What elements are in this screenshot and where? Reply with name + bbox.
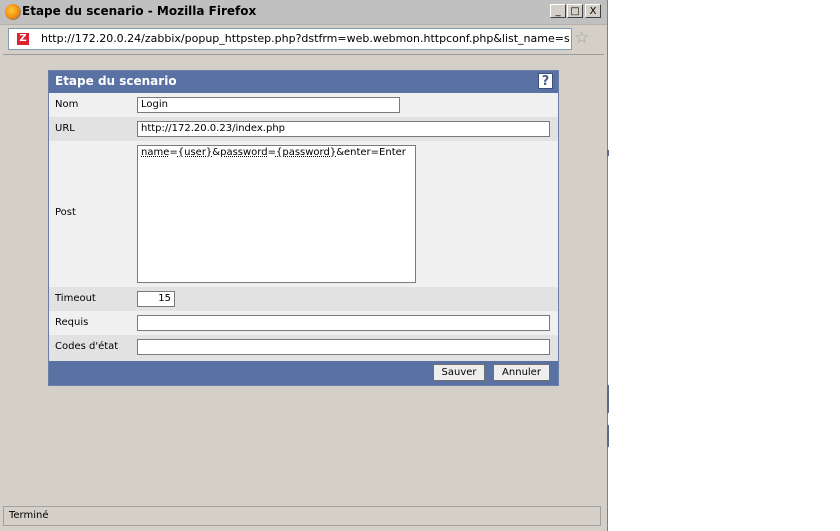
post-token: {user} (177, 147, 213, 158)
row-url: URL http://172.20.0.23/index.php (49, 117, 558, 141)
row-post: Post name={user}&password={password}&ent… (49, 141, 558, 287)
dialog-footer: Sauver Annuler (49, 361, 558, 385)
status-text: Terminé (9, 510, 49, 521)
firefox-icon (5, 4, 21, 20)
timeout-label: Timeout (55, 293, 96, 304)
background-edge-mark (607, 425, 609, 447)
requis-label: Requis (55, 317, 89, 328)
post-token: & (212, 147, 221, 158)
dialog-title: Etape du scenario (55, 74, 177, 88)
url-field[interactable]: Z http://172.20.0.24/zabbix/popup_httpst… (8, 28, 572, 50)
help-icon[interactable]: ? (538, 73, 553, 89)
status-bar: Terminé (3, 506, 601, 526)
dialog-header: Etape du scenario ? (49, 71, 558, 93)
post-token: {password} (275, 147, 337, 158)
title-bar: Etape du scenario - Mozilla Firefox _ □ … (0, 0, 607, 25)
codes-label: Codes d'état (55, 341, 119, 352)
minimize-button[interactable]: _ (550, 4, 566, 18)
background-edge-mark (607, 150, 609, 156)
url-text: http://172.20.0.24/zabbix/popup_httpstep… (41, 32, 569, 45)
maximize-button[interactable]: □ (567, 4, 583, 18)
address-bar: Z http://172.20.0.24/zabbix/popup_httpst… (4, 26, 596, 52)
browser-window: Etape du scenario - Mozilla Firefox _ □ … (0, 0, 608, 531)
post-textarea[interactable]: name={user}&password={password}&enter=En… (137, 145, 416, 283)
row-requis: Requis (49, 311, 558, 335)
codes-input[interactable] (137, 339, 550, 355)
requis-input[interactable] (137, 315, 550, 331)
bookmark-star-icon[interactable]: ☆ (574, 29, 589, 47)
window-title: Etape du scenario - Mozilla Firefox (22, 4, 257, 18)
nom-label: Nom (55, 99, 79, 110)
timeout-input[interactable]: 15 (137, 291, 175, 307)
url-input[interactable]: http://172.20.0.23/index.php (137, 121, 550, 137)
row-codes: Codes d'état (49, 335, 558, 361)
post-token: = (267, 147, 276, 158)
post-token: = (169, 147, 178, 158)
row-nom: Nom Login (49, 93, 558, 117)
row-timeout: Timeout 15 (49, 287, 558, 311)
post-label: Post (55, 207, 76, 218)
post-token: password (220, 147, 268, 158)
save-button[interactable]: Sauver (433, 364, 485, 381)
close-button[interactable]: X (585, 4, 601, 18)
page-content: Etape du scenario ? Nom Login URL http:/… (3, 54, 604, 505)
url-label: URL (55, 123, 75, 134)
nom-input[interactable]: Login (137, 97, 400, 113)
post-token: &enter=Enter (336, 147, 406, 158)
background-edge-mark (607, 385, 609, 413)
post-token: name (141, 147, 170, 158)
zabbix-favicon-icon: Z (17, 33, 29, 45)
step-dialog: Etape du scenario ? Nom Login URL http:/… (48, 70, 559, 386)
cancel-button[interactable]: Annuler (493, 364, 550, 381)
